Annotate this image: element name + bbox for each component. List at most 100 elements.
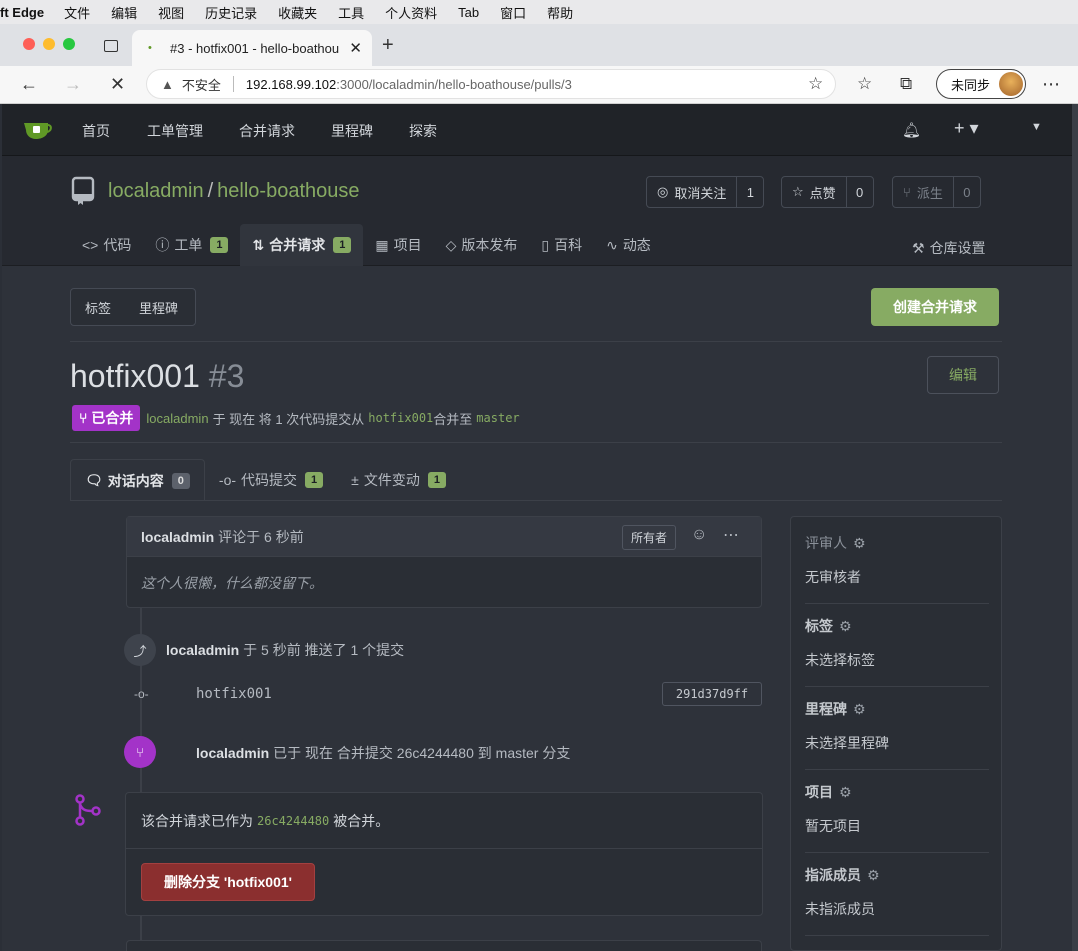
labels-button[interactable]: 标签: [71, 298, 125, 317]
tab-conversation[interactable]: 🗨︎ 对话内容 0: [70, 459, 205, 501]
menu-tools[interactable]: 工具: [338, 3, 364, 22]
browser-tab-active[interactable]: • #3 - hotfix001 - hello-boathou ✕: [132, 30, 372, 66]
profile-sync-button[interactable]: 未同步: [936, 69, 1026, 99]
notification-bell-icon[interactable]: 🔔︎: [902, 121, 921, 139]
merged-status-badge: ⑂ 已合并: [72, 405, 141, 431]
url-path: :3000/localadmin/hello-boathouse/pulls/3: [336, 76, 572, 92]
repo-settings-label: 仓库设置: [929, 240, 986, 256]
menu-history[interactable]: 历史记录: [205, 3, 257, 22]
address-bar[interactable]: ▲ 不安全 192.168.99.102 :3000/localadmin/he…: [146, 69, 836, 99]
nav-issues[interactable]: 工单管理: [147, 121, 203, 141]
assignees-title-label: 指派成员: [805, 867, 861, 883]
push-event-user[interactable]: localadmin: [166, 642, 239, 658]
tab-activity[interactable]: ∿ 动态: [594, 224, 663, 266]
merge-event-user[interactable]: localadmin: [196, 745, 269, 761]
window-zoom-button[interactable]: [63, 38, 75, 50]
menu-profile[interactable]: 个人资料: [385, 3, 437, 22]
milestones-button[interactable]: 里程碑: [125, 298, 192, 317]
assignees-title[interactable]: 指派成员 ⚙: [805, 865, 989, 885]
fork-count[interactable]: 0: [954, 177, 980, 207]
create-pr-button[interactable]: 创建合并请求: [871, 288, 999, 326]
nav-milestones[interactable]: 里程碑: [331, 121, 373, 141]
comment-time: 评论于 6 秒前: [218, 528, 304, 545]
gitea-logo-icon[interactable]: [22, 118, 52, 140]
menu-view[interactable]: 视图: [158, 3, 184, 22]
tab-commits[interactable]: -o- 代码提交 1: [205, 459, 337, 501]
sync-label: 未同步: [951, 77, 991, 93]
repo-name-link[interactable]: hello-boathouse: [217, 180, 359, 203]
star-button-group[interactable]: ☆ 点赞 0: [781, 176, 874, 208]
comment-author[interactable]: localadmin: [141, 529, 214, 545]
pr-meta-text-2: 合并至: [433, 411, 473, 427]
assignees-section: 指派成员 ⚙ 未指派成员: [805, 865, 989, 936]
delete-branch-button[interactable]: 删除分支 'hotfix001': [141, 863, 315, 901]
milestone-title[interactable]: 里程碑 ⚙: [805, 699, 989, 719]
repo-owner-link[interactable]: localadmin: [108, 180, 204, 203]
back-icon[interactable]: ←: [20, 74, 38, 95]
tab-files[interactable]: ± 文件变动 1: [337, 459, 460, 501]
tab-code[interactable]: <> 代码: [74, 224, 143, 266]
book-icon: ▯: [541, 236, 550, 253]
nav-home[interactable]: 首页: [82, 121, 110, 141]
tab-releases[interactable]: ◇ 版本发布: [434, 224, 530, 266]
fork-button[interactable]: ⑂ 派生: [893, 177, 954, 207]
tab-wiki[interactable]: ▯ 百科: [529, 224, 594, 266]
pr-from-branch[interactable]: hotfix001: [368, 411, 433, 425]
comment-more-icon[interactable]: ⋯: [723, 525, 739, 545]
commit-sha-button[interactable]: 291d37d9ff: [662, 682, 762, 706]
menu-window[interactable]: 窗口: [500, 3, 526, 22]
comment-header: localadmin 评论于 6 秒前 所有者 ☺ ⋯: [127, 517, 761, 557]
menu-help[interactable]: 帮助: [547, 3, 573, 22]
labels-gear-icon[interactable]: ⚙: [839, 618, 852, 635]
tab-actions-icon[interactable]: [104, 40, 118, 52]
files-count-badge: 1: [427, 472, 446, 488]
watch-button-group[interactable]: ◎ 取消关注 1: [646, 176, 765, 208]
window-minimize-button[interactable]: [43, 38, 55, 50]
reviewers-gear-icon[interactable]: ⚙: [853, 535, 866, 552]
star-button[interactable]: ☆ 点赞: [782, 177, 847, 207]
reviewers-title[interactable]: 评审人 ⚙: [805, 533, 989, 553]
merge-commit-sha[interactable]: 26c4244480: [257, 814, 329, 828]
milestone-gear-icon[interactable]: ⚙: [853, 701, 866, 718]
top-nav: 首页 工单管理 合并请求 里程碑 探索 🔔︎ + ▾ ▼: [2, 104, 1072, 156]
tab-projects[interactable]: ▦ 项目: [363, 224, 433, 266]
reaction-smile-icon[interactable]: ☺: [691, 526, 707, 544]
nav-explore[interactable]: 探索: [409, 121, 437, 141]
tab-close-icon[interactable]: ✕: [349, 39, 362, 57]
more-icon[interactable]: ⋯: [1042, 74, 1060, 95]
menu-file[interactable]: 文件: [64, 3, 90, 22]
collections-icon[interactable]: ⧉: [900, 74, 912, 94]
commit-branch-link[interactable]: hotfix001: [196, 686, 272, 702]
star-count[interactable]: 0: [847, 177, 873, 207]
create-plus-icon[interactable]: + ▾: [954, 118, 979, 139]
commits-count-badge: 1: [305, 472, 324, 488]
repo-settings-link[interactable]: ⚒ 仓库设置: [912, 238, 986, 258]
stop-icon[interactable]: ✕: [110, 74, 125, 95]
nav-pulls[interactable]: 合并请求: [239, 121, 295, 141]
diff-icon: ±: [351, 472, 359, 488]
user-menu-chevron-icon[interactable]: ▼: [1031, 121, 1042, 133]
divider: [805, 935, 989, 936]
labels-title[interactable]: 标签 ⚙: [805, 616, 989, 636]
unwatch-button[interactable]: ◎ 取消关注: [647, 177, 738, 207]
favorites-icon[interactable]: ☆: [857, 74, 872, 94]
tab-issues[interactable]: ⓘ 工单 1: [143, 224, 240, 266]
menu-app[interactable]: ft Edge: [0, 5, 44, 20]
projects-title[interactable]: 项目 ⚙: [805, 782, 989, 802]
menu-edit[interactable]: 编辑: [111, 3, 137, 22]
projects-gear-icon[interactable]: ⚙: [839, 784, 852, 801]
pr-to-branch[interactable]: master: [476, 411, 519, 425]
menu-favorites[interactable]: 收藏夹: [278, 3, 317, 22]
forward-icon[interactable]: →: [64, 74, 82, 95]
new-tab-icon[interactable]: +: [382, 34, 394, 57]
edit-button[interactable]: 编辑: [927, 356, 999, 394]
tab-pulls[interactable]: ⇅ 合并请求 1: [240, 224, 364, 266]
add-favorite-icon[interactable]: ☆: [808, 74, 823, 94]
pr-author-link[interactable]: localadmin: [146, 411, 208, 426]
fork-button-group[interactable]: ⑂ 派生 0: [892, 176, 981, 208]
watch-count[interactable]: 1: [737, 177, 763, 207]
assignees-gear-icon[interactable]: ⚙: [867, 867, 880, 884]
page-scrollbar[interactable]: [1072, 104, 1078, 951]
window-close-button[interactable]: [23, 38, 35, 50]
menu-tab[interactable]: Tab: [458, 5, 479, 20]
